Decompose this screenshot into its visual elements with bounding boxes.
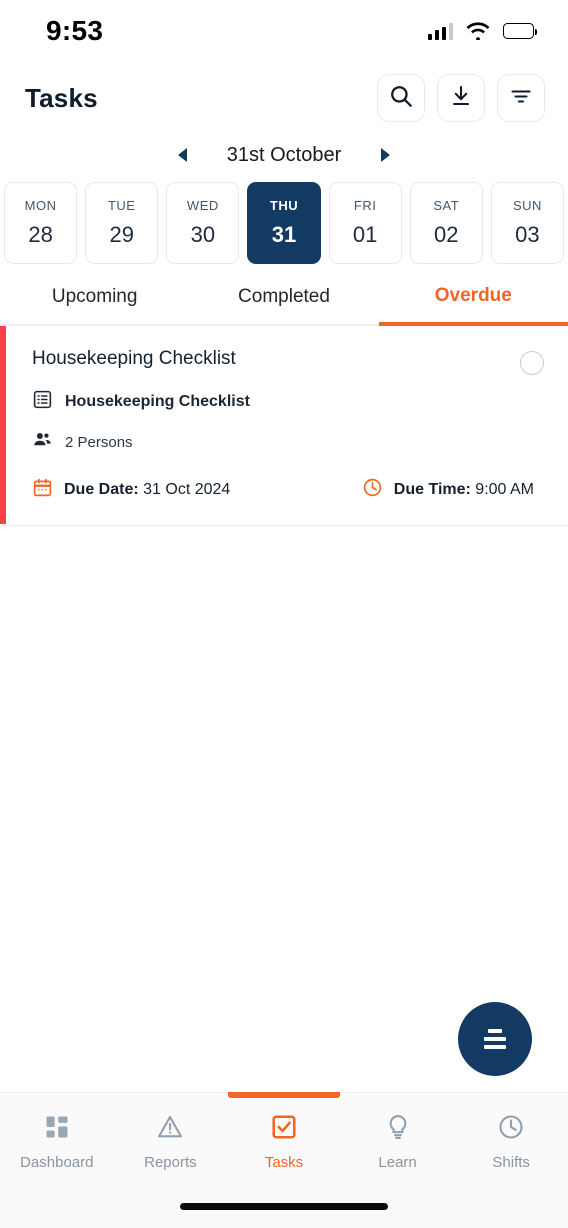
nav-item-shifts[interactable]: Shifts bbox=[454, 1093, 568, 1184]
day-cell-mon[interactable]: MON 28 bbox=[4, 182, 78, 264]
nav-label: Dashboard bbox=[20, 1153, 94, 1171]
task-title: Housekeeping Checklist bbox=[32, 348, 236, 369]
day-cell-sat[interactable]: SAT 02 bbox=[409, 182, 483, 264]
prev-date-button[interactable] bbox=[177, 148, 187, 162]
day-cell-thu[interactable]: THU 31 bbox=[247, 182, 321, 264]
nav-item-reports[interactable]: Reports bbox=[114, 1093, 228, 1184]
task-due-time-text: Due Time: 9:00 AM bbox=[394, 481, 534, 499]
day-cell-dow: WED bbox=[186, 198, 219, 213]
nav-item-tasks[interactable]: Tasks bbox=[227, 1093, 341, 1184]
task-due-time: Due Time: 9:00 AM bbox=[362, 477, 534, 503]
day-cell-dow: THU bbox=[269, 198, 299, 213]
nav-item-learn[interactable]: Learn bbox=[341, 1093, 455, 1184]
tab-overdue[interactable]: Overdue bbox=[378, 270, 568, 326]
due-time-value: 9:00 AM bbox=[475, 481, 534, 498]
status-icons bbox=[427, 22, 538, 41]
checklist-icon bbox=[32, 389, 53, 415]
task-due-date-text: Due Date: 31 Oct 2024 bbox=[64, 481, 230, 499]
persons-icon bbox=[32, 429, 53, 455]
warning-triangle-icon bbox=[156, 1113, 184, 1146]
day-cell-dow: MON bbox=[24, 198, 57, 213]
task-checklist-row: Housekeeping Checklist bbox=[32, 389, 544, 415]
day-cell-tue[interactable]: TUE 29 bbox=[85, 182, 159, 264]
nav-label: Learn bbox=[378, 1153, 417, 1171]
nav-label: Shifts bbox=[492, 1153, 530, 1171]
status-time: 9:53 bbox=[46, 15, 104, 46]
next-date-button[interactable] bbox=[381, 148, 391, 162]
cellular-signal-icon bbox=[427, 22, 453, 40]
day-cell-sun[interactable]: SUN 03 bbox=[490, 182, 564, 264]
day-strip: MON 28 TUE 29 WED 30 THU 31 FRI 01 SAT 0… bbox=[0, 176, 568, 270]
sort-list-icon-bar bbox=[488, 1029, 502, 1033]
day-cell-dow: FRI bbox=[353, 198, 377, 213]
due-date-label: Due Date: bbox=[64, 481, 139, 498]
calendar-icon bbox=[32, 477, 53, 503]
download-button[interactable] bbox=[437, 74, 485, 122]
wifi-icon bbox=[466, 22, 490, 41]
day-cell-fri[interactable]: FRI 01 bbox=[328, 182, 402, 264]
day-cell-date: 28 bbox=[28, 222, 53, 247]
task-checklist-name: Housekeeping Checklist bbox=[65, 393, 250, 410]
filter-icon bbox=[509, 84, 533, 113]
search-button[interactable] bbox=[377, 74, 425, 122]
day-cell-wed[interactable]: WED 30 bbox=[166, 182, 240, 264]
nav-label: Reports bbox=[144, 1153, 197, 1171]
page-title: Tasks bbox=[25, 82, 98, 113]
home-indicator-area bbox=[0, 1184, 568, 1228]
sort-list-icon-bar bbox=[484, 1037, 506, 1041]
filter-button[interactable] bbox=[497, 74, 545, 122]
app-screen: 9:53 Tasks 31st October MON 28 TUE 29 WE… bbox=[0, 0, 568, 1228]
task-row[interactable]: Housekeeping Checklist Housekeeping Chec… bbox=[0, 326, 568, 526]
date-navigation: 31st October bbox=[0, 134, 568, 176]
day-cell-date: 01 bbox=[352, 222, 378, 247]
sort-fab-button[interactable] bbox=[458, 1002, 532, 1076]
clock-icon bbox=[497, 1113, 525, 1146]
nav-item-dashboard[interactable]: Dashboard bbox=[0, 1093, 114, 1184]
task-list: Housekeeping Checklist Housekeeping Chec… bbox=[0, 326, 568, 1092]
tab-upcoming[interactable]: Upcoming bbox=[0, 270, 190, 326]
status-bar: 9:53 bbox=[0, 0, 568, 62]
nav-label: Tasks bbox=[264, 1153, 304, 1171]
download-icon bbox=[449, 84, 473, 113]
current-date-label: 31st October bbox=[226, 143, 342, 166]
grid-icon bbox=[43, 1113, 71, 1146]
task-due-date: Due Date: 31 Oct 2024 bbox=[32, 477, 230, 503]
search-icon bbox=[388, 83, 414, 114]
day-cell-dow: TUE bbox=[107, 198, 136, 213]
tab-completed[interactable]: Completed bbox=[189, 270, 379, 326]
day-cell-date: 02 bbox=[434, 222, 459, 247]
app-header: Tasks bbox=[0, 62, 568, 134]
day-cell-date: 31 bbox=[271, 222, 297, 247]
lightbulb-icon bbox=[384, 1113, 412, 1146]
bottom-navigation: Dashboard Reports Tasks Learn Shifts bbox=[0, 1092, 568, 1184]
day-cell-date: 29 bbox=[109, 222, 134, 247]
task-complete-checkbox[interactable] bbox=[520, 351, 544, 375]
task-assignees: 2 Persons bbox=[65, 433, 133, 451]
task-tabs: Upcoming Completed Overdue bbox=[0, 270, 568, 326]
task-header: Housekeeping Checklist bbox=[32, 348, 544, 375]
battery-icon bbox=[503, 23, 538, 39]
home-indicator[interactable] bbox=[180, 1202, 388, 1210]
day-cell-date: 30 bbox=[190, 222, 216, 247]
day-cell-dow: SUN bbox=[512, 198, 542, 213]
checkbox-icon bbox=[270, 1113, 298, 1146]
task-due-row: Due Date: 31 Oct 2024 Due Time: 9:00 AM bbox=[32, 477, 544, 503]
day-cell-dow: SAT bbox=[433, 198, 460, 213]
due-date-value: 31 Oct 2024 bbox=[143, 481, 231, 498]
due-time-label: Due Time: bbox=[393, 481, 471, 498]
day-cell-date: 03 bbox=[515, 222, 540, 247]
header-actions bbox=[377, 74, 545, 122]
clock-icon bbox=[362, 477, 383, 503]
sort-list-icon-bar bbox=[484, 1045, 506, 1049]
task-assignees-row: 2 Persons bbox=[32, 429, 544, 455]
